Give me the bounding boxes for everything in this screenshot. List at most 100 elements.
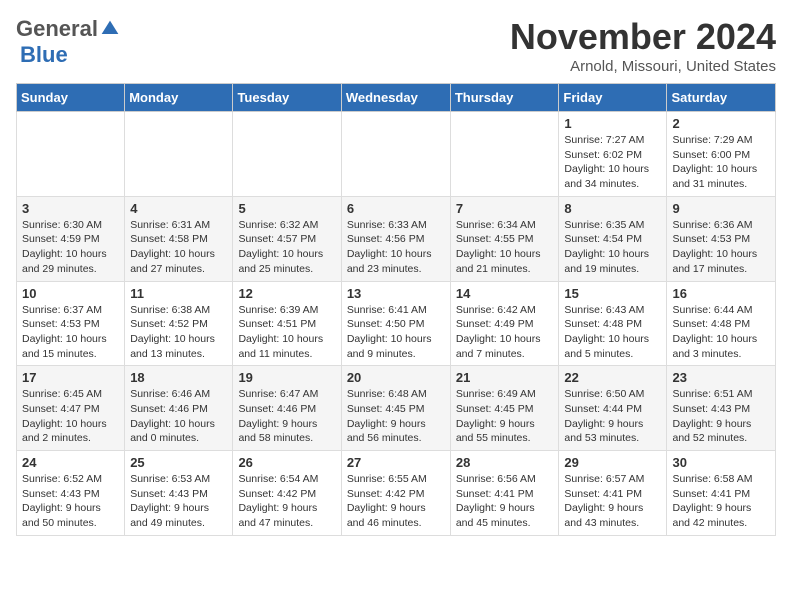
day-info: Sunrise: 6:49 AMSunset: 4:45 PMDaylight:… (456, 387, 554, 446)
calendar-cell (450, 112, 559, 197)
day-number: 25 (130, 455, 227, 470)
calendar-cell (233, 112, 341, 197)
logo-icon (100, 19, 120, 39)
calendar-week-row: 24Sunrise: 6:52 AMSunset: 4:43 PMDayligh… (17, 451, 776, 536)
day-number: 30 (672, 455, 770, 470)
calendar-cell: 15Sunrise: 6:43 AMSunset: 4:48 PMDayligh… (559, 281, 667, 366)
calendar-week-row: 3 Sunrise: 6:30 AMSunset: 4:59 PMDaylight… (17, 196, 776, 281)
logo: General Blue (16, 16, 120, 68)
day-info: Sunrise: 6:30 AMSunset: 4:59 PMDaylight:… (22, 218, 119, 277)
day-info: Sunrise: 6:57 AMSunset: 4:41 PMDaylight:… (564, 472, 661, 531)
day-number: 15 (564, 286, 661, 301)
calendar-body: 1 Sunrise: 7:27 AMSunset: 6:02 PMDaylight… (17, 112, 776, 536)
calendar-cell: 20 Sunrise: 6:48 AMSunset: 4:45 PMDayligh… (341, 366, 450, 451)
calendar-cell: 4Sunrise: 6:31 AMSunset: 4:58 PMDaylight… (125, 196, 233, 281)
day-number: 17 (22, 370, 119, 385)
day-info: Sunrise: 6:50 AMSunset: 4:44 PMDaylight:… (564, 387, 661, 446)
calendar-week-row: 17 Sunrise: 6:45 AMSunset: 4:47 PMDayligh… (17, 366, 776, 451)
day-number: 18 (130, 370, 227, 385)
calendar-cell: 23 Sunrise: 6:51 AMSunset: 4:43 PMDayligh… (667, 366, 776, 451)
day-info: Sunrise: 6:46 AMSunset: 4:46 PMDaylight:… (130, 387, 227, 446)
calendar-cell (17, 112, 125, 197)
calendar-cell: 16 Sunrise: 6:44 AMSunset: 4:48 PMDayligh… (667, 281, 776, 366)
calendar-cell: 29Sunrise: 6:57 AMSunset: 4:41 PMDayligh… (559, 451, 667, 536)
day-info: Sunrise: 6:34 AMSunset: 4:55 PMDaylight:… (456, 218, 554, 277)
day-info: Sunrise: 6:39 AMSunset: 4:51 PMDaylight:… (238, 303, 335, 362)
day-number: 16 (672, 286, 770, 301)
calendar-cell: 24Sunrise: 6:52 AMSunset: 4:43 PMDayligh… (17, 451, 125, 536)
day-number: 7 (456, 201, 554, 216)
day-info: Sunrise: 6:48 AMSunset: 4:45 PMDaylight:… (347, 387, 445, 446)
day-info: Sunrise: 6:47 AMSunset: 4:46 PMDaylight:… (238, 387, 335, 446)
day-number: 27 (347, 455, 445, 470)
day-of-week-header: Thursday (450, 84, 559, 112)
calendar-cell: 5 Sunrise: 6:32 AMSunset: 4:57 PMDaylight… (233, 196, 341, 281)
day-of-week-header: Sunday (17, 84, 125, 112)
day-info: Sunrise: 6:51 AMSunset: 4:43 PMDaylight:… (672, 387, 770, 446)
day-info: Sunrise: 6:56 AMSunset: 4:41 PMDaylight:… (456, 472, 554, 531)
day-number: 19 (238, 370, 335, 385)
day-info: Sunrise: 6:52 AMSunset: 4:43 PMDaylight:… (22, 472, 119, 531)
day-info: Sunrise: 6:44 AMSunset: 4:48 PMDaylight:… (672, 303, 770, 362)
day-info: Sunrise: 6:42 AMSunset: 4:49 PMDaylight:… (456, 303, 554, 362)
calendar-week-row: 10 Sunrise: 6:37 AMSunset: 4:53 PMDayligh… (17, 281, 776, 366)
day-number: 6 (347, 201, 445, 216)
day-number: 23 (672, 370, 770, 385)
calendar-cell: 18 Sunrise: 6:46 AMSunset: 4:46 PMDayligh… (125, 366, 233, 451)
calendar-cell: 25 Sunrise: 6:53 AMSunset: 4:43 PMDayligh… (125, 451, 233, 536)
calendar-cell: 11 Sunrise: 6:38 AMSunset: 4:52 PMDayligh… (125, 281, 233, 366)
day-info: Sunrise: 6:33 AMSunset: 4:56 PMDaylight:… (347, 218, 445, 277)
calendar-cell (341, 112, 450, 197)
day-number: 2 (672, 116, 770, 131)
day-number: 26 (238, 455, 335, 470)
day-of-week-header: Wednesday (341, 84, 450, 112)
calendar-cell: 22Sunrise: 6:50 AMSunset: 4:44 PMDayligh… (559, 366, 667, 451)
day-info: Sunrise: 6:53 AMSunset: 4:43 PMDaylight:… (130, 472, 227, 531)
calendar-cell: 8 Sunrise: 6:35 AMSunset: 4:54 PMDaylight… (559, 196, 667, 281)
day-info: Sunrise: 6:58 AMSunset: 4:41 PMDaylight:… (672, 472, 770, 531)
calendar-cell: 28 Sunrise: 6:56 AMSunset: 4:41 PMDayligh… (450, 451, 559, 536)
day-info: Sunrise: 6:38 AMSunset: 4:52 PMDaylight:… (130, 303, 227, 362)
day-number: 8 (564, 201, 661, 216)
day-number: 9 (672, 201, 770, 216)
calendar-cell: 12 Sunrise: 6:39 AMSunset: 4:51 PMDayligh… (233, 281, 341, 366)
month-title: November 2024 (510, 16, 776, 58)
day-info: Sunrise: 7:29 AMSunset: 6:00 PMDaylight:… (672, 133, 770, 192)
calendar-cell: 1 Sunrise: 7:27 AMSunset: 6:02 PMDaylight… (559, 112, 667, 197)
day-number: 5 (238, 201, 335, 216)
day-number: 21 (456, 370, 554, 385)
day-info: Sunrise: 6:41 AMSunset: 4:50 PMDaylight:… (347, 303, 445, 362)
day-info: Sunrise: 6:32 AMSunset: 4:57 PMDaylight:… (238, 218, 335, 277)
calendar-cell: 17 Sunrise: 6:45 AMSunset: 4:47 PMDayligh… (17, 366, 125, 451)
day-of-week-header: Friday (559, 84, 667, 112)
day-of-week-header: Tuesday (233, 84, 341, 112)
day-info: Sunrise: 6:37 AMSunset: 4:53 PMDaylight:… (22, 303, 119, 362)
day-info: Sunrise: 7:27 AMSunset: 6:02 PMDaylight:… (564, 133, 661, 192)
calendar-cell: 7 Sunrise: 6:34 AMSunset: 4:55 PMDaylight… (450, 196, 559, 281)
calendar-cell: 13 Sunrise: 6:41 AMSunset: 4:50 PMDayligh… (341, 281, 450, 366)
day-info: Sunrise: 6:55 AMSunset: 4:42 PMDaylight:… (347, 472, 445, 531)
calendar-cell: 14 Sunrise: 6:42 AMSunset: 4:49 PMDayligh… (450, 281, 559, 366)
day-number: 1 (564, 116, 661, 131)
day-info: Sunrise: 6:54 AMSunset: 4:42 PMDaylight:… (238, 472, 335, 531)
day-info: Sunrise: 6:45 AMSunset: 4:47 PMDaylight:… (22, 387, 119, 446)
logo-general-text: General (16, 16, 98, 42)
calendar-cell: 2 Sunrise: 7:29 AMSunset: 6:00 PMDaylight… (667, 112, 776, 197)
day-of-week-header: Saturday (667, 84, 776, 112)
day-number: 13 (347, 286, 445, 301)
day-number: 20 (347, 370, 445, 385)
day-number: 11 (130, 286, 227, 301)
day-number: 12 (238, 286, 335, 301)
day-number: 28 (456, 455, 554, 470)
logo-blue-text: Blue (20, 42, 68, 67)
day-number: 3 (22, 201, 119, 216)
calendar-cell: 9Sunrise: 6:36 AMSunset: 4:53 PMDaylight… (667, 196, 776, 281)
day-number: 10 (22, 286, 119, 301)
day-number: 14 (456, 286, 554, 301)
calendar-week-row: 1 Sunrise: 7:27 AMSunset: 6:02 PMDaylight… (17, 112, 776, 197)
page-header: General Blue November 2024 Arnold, Misso… (16, 16, 776, 75)
calendar-cell: 30 Sunrise: 6:58 AMSunset: 4:41 PMDayligh… (667, 451, 776, 536)
location: Arnold, Missouri, United States (510, 58, 776, 75)
calendar-cell (125, 112, 233, 197)
day-info: Sunrise: 6:35 AMSunset: 4:54 PMDaylight:… (564, 218, 661, 277)
